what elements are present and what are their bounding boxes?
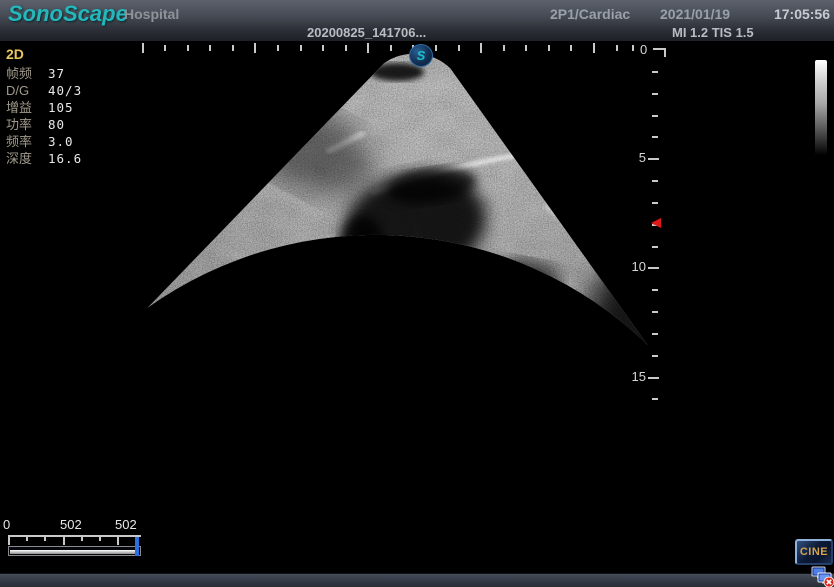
cine-ruler-tick	[26, 536, 28, 541]
ruler-tick	[322, 45, 324, 51]
study-id: 20200825_141706...	[307, 25, 426, 40]
ruler-tick	[435, 45, 437, 51]
depth-ruler-tick	[652, 202, 658, 204]
ruler-tick	[548, 45, 550, 51]
param-row-dg: D/G 40/3	[6, 82, 82, 99]
depth-ruler-tick	[648, 267, 659, 269]
image-parameter-panel: 2D 帧频 37 D/G 40/3 增益 105 功率 80 频率 3.0 深度…	[6, 46, 82, 167]
param-row-gain: 增益 105	[6, 99, 82, 116]
ruler-tick	[525, 45, 527, 51]
param-value: 40/3	[48, 82, 82, 99]
sonoscape-logo: SonoScape	[8, 1, 128, 27]
ruler-tick	[390, 45, 392, 51]
depth-ruler-label: 10	[628, 259, 646, 274]
ruler-tick	[254, 43, 256, 53]
param-label: 功率	[6, 116, 48, 133]
title-bar: SonoScape Hospital 2P1/Cardiac 2021/01/1…	[0, 0, 834, 42]
param-label: 频率	[6, 133, 48, 150]
param-value: 105	[48, 99, 74, 116]
cine-ruler-tick	[44, 536, 46, 541]
depth-zero-label: 0	[640, 42, 647, 57]
cine-scale-end: 502	[115, 517, 137, 532]
depth-ruler-tick	[652, 289, 658, 291]
param-row-frequency: 频率 3.0	[6, 133, 82, 150]
ruler-tick	[480, 43, 482, 53]
status-bar	[0, 573, 834, 587]
depth-ruler-tick	[652, 136, 658, 138]
cine-ruler-tick	[8, 536, 10, 545]
depth-ruler-tick	[652, 71, 658, 73]
ruler-tick	[187, 45, 189, 51]
ruler-tick	[209, 45, 211, 51]
cine-scale-mid: 502	[60, 517, 82, 532]
param-value: 3.0	[48, 133, 74, 150]
depth-ruler-tick	[652, 93, 658, 95]
depth-ruler-tick	[648, 377, 659, 379]
param-row-framerate: 帧频 37	[6, 65, 82, 82]
depth-ruler-tick	[652, 355, 658, 357]
ruler-tick	[300, 45, 302, 51]
depth-ruler-label: 5	[628, 150, 646, 165]
param-label: 深度	[6, 150, 48, 167]
network-disconnected-icon[interactable]	[811, 566, 834, 587]
param-row-depth: 深度 16.6	[6, 150, 82, 167]
param-label: 帧频	[6, 65, 48, 82]
cine-ruler-tick	[81, 536, 83, 541]
depth-ruler-tick	[652, 246, 658, 248]
depth-ruler-tick	[652, 180, 658, 182]
ruler-tick	[616, 45, 618, 51]
cine-scale-start: 0	[3, 517, 10, 532]
ruler-tick	[570, 45, 572, 51]
ruler-tick	[277, 45, 279, 51]
cine-ruler-tick	[63, 536, 65, 545]
system-time: 17:05:56	[774, 6, 830, 22]
cine-ruler-tick	[99, 536, 101, 541]
cine-progress-band	[10, 550, 139, 554]
depth-ruler-tick	[652, 333, 658, 335]
depth-ruler-tick	[652, 115, 658, 117]
hospital-name: Hospital	[124, 6, 179, 22]
ultrasound-screen: SonoScape Hospital 2P1/Cardiac 2021/01/1…	[0, 0, 834, 587]
cine-position-cursor[interactable]	[135, 537, 139, 556]
param-label: 增益	[6, 99, 48, 116]
param-value: 16.6	[48, 150, 82, 167]
ruler-tick	[142, 43, 144, 53]
focus-marker-icon[interactable]	[651, 218, 661, 228]
ruler-tick	[232, 45, 234, 51]
ultrasound-sector-image	[0, 0, 834, 587]
ruler-tick	[164, 45, 166, 51]
depth-ruler-label: 15	[628, 369, 646, 384]
ruler-tick	[593, 43, 595, 53]
param-value: 80	[48, 116, 65, 133]
ruler-tick	[367, 43, 369, 53]
probe-preset: 2P1/Cardiac	[550, 6, 630, 22]
grayscale-map-bar	[815, 60, 827, 155]
param-row-power: 功率 80	[6, 116, 82, 133]
ruler-tick	[632, 45, 634, 51]
cine-button[interactable]: CINE	[795, 539, 833, 565]
param-label: D/G	[6, 82, 48, 99]
probe-orientation-marker: S	[409, 44, 433, 67]
ruler-tick	[345, 45, 347, 51]
mi-tis-readout: MI 1.2 TIS 1.5	[672, 25, 754, 40]
cine-ruler-tick	[117, 536, 119, 545]
cine-progress-track[interactable]	[8, 546, 141, 556]
mode-label: 2D	[6, 46, 82, 63]
depth-ruler-tick	[652, 398, 658, 400]
system-date: 2021/01/19	[660, 6, 730, 22]
ruler-corner-mark	[653, 48, 666, 57]
ruler-tick	[503, 45, 505, 51]
param-value: 37	[48, 65, 65, 82]
depth-ruler-tick	[648, 158, 659, 160]
ruler-tick	[458, 45, 460, 51]
depth-ruler-tick	[652, 311, 658, 313]
